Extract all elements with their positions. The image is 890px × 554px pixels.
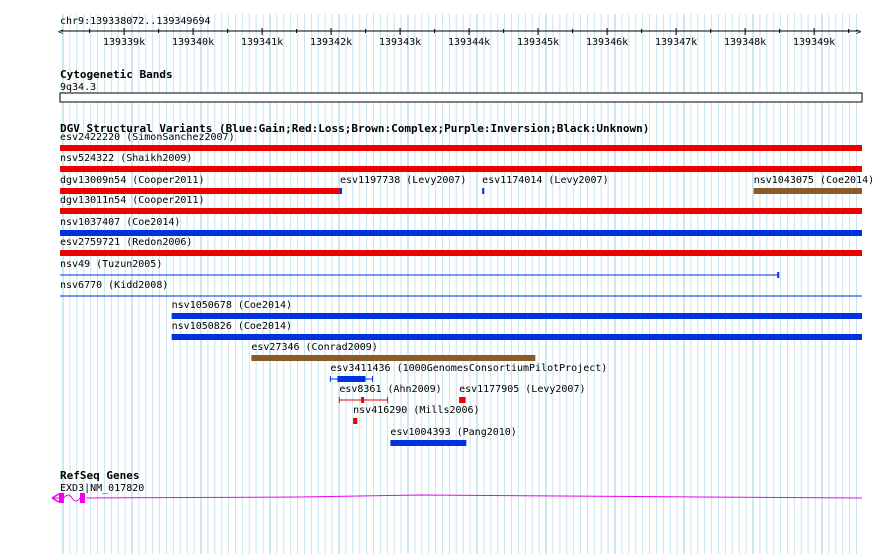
variant-label: esv3411436 (1000GenomesConsortiumPilotPr…	[330, 363, 607, 374]
ruler-tick-label: 139342k	[310, 37, 352, 48]
variant-bar	[353, 418, 358, 424]
ruler-right-arrow-icon: >	[856, 28, 862, 38]
variant-label: esv8361 (Ahn2009)	[339, 384, 441, 395]
ruler-tick-label: 139348k	[724, 37, 766, 48]
dgv-variant-esv2759721[interactable]: esv2759721 (Redon2006)	[60, 237, 862, 256]
ruler-tick-label: 139341k	[241, 37, 283, 48]
gene-intron-line	[63, 494, 81, 502]
gene-exon	[80, 493, 85, 503]
variant-label: nsv1050678 (Coe2014)	[172, 300, 292, 311]
variant-core-block	[337, 376, 366, 382]
dgv-variant-esv8361[interactable]: esv8361 (Ahn2009)	[338, 384, 442, 403]
variant-label: nsv1050826 (Coe2014)	[172, 321, 292, 332]
ruler-tick-label: 139347k	[655, 37, 697, 48]
variant-bar	[171, 334, 862, 340]
dgv-variant-nsv416290[interactable]: nsv416290 (Mills2006)	[353, 405, 480, 424]
variant-bar	[482, 188, 485, 194]
ruler-tick-label: 139340k	[172, 37, 214, 48]
cytoband-label: 9q34.3	[60, 82, 96, 93]
variant-bar	[60, 188, 342, 194]
dgv-variant-dgv13011n54[interactable]: dgv13011n54 (Cooper2011)	[60, 195, 862, 214]
dgv-variant-esv3411436[interactable]: esv3411436 (1000GenomesConsortiumPilotPr…	[329, 363, 607, 382]
variant-label: nsv6770 (Kidd2008)	[60, 280, 168, 291]
ruler-left-arrow-icon: <	[58, 28, 64, 38]
variant-bar	[753, 188, 862, 194]
variant-bar	[60, 208, 862, 214]
dgv-variant-nsv1050826[interactable]: nsv1050826 (Coe2014)	[171, 321, 862, 340]
variant-bar	[251, 355, 536, 361]
dgv-variant-nsv1037407[interactable]: nsv1037407 (Coe2014)	[60, 217, 862, 236]
dgv-variant-esv1174014[interactable]: esv1174014 (Levy2007)	[482, 175, 609, 194]
variant-bar	[340, 188, 343, 194]
genome-browser-view: chr9:139338072..139349694 < > 139339k 139…	[0, 0, 890, 554]
ruler-tick-label: 139349k	[793, 37, 835, 48]
variant-label: nsv1037407 (Coe2014)	[60, 217, 180, 228]
dgv-variant-esv1197738[interactable]: esv1197738 (Levy2007)	[340, 175, 466, 194]
variant-label: dgv13009n54 (Cooper2011)	[60, 175, 205, 186]
variant-bar	[390, 440, 467, 446]
ruler-track: chr9:139338072..139349694 < > 139339k 139…	[58, 16, 862, 48]
cytoband-9q34-3[interactable]	[59, 92, 863, 103]
dgv-variant-esv27346[interactable]: esv27346 (Conrad2009)	[251, 342, 536, 361]
variant-bar	[171, 313, 862, 319]
refseq-track-title: RefSeq Genes	[60, 469, 139, 482]
ruler-range-label: chr9:139338072..139349694	[60, 16, 211, 27]
variant-label: nsv524322 (Shaikh2009)	[60, 153, 192, 164]
variant-bar	[60, 145, 862, 151]
variant-label: esv27346 (Conrad2009)	[251, 342, 377, 353]
variant-label: esv1197738 (Levy2007)	[340, 175, 466, 186]
dgv-variant-dgv13009n54[interactable]: dgv13009n54 (Cooper2011)	[60, 175, 342, 194]
variant-label: nsv416290 (Mills2006)	[353, 405, 479, 416]
cytoband-track-title: Cytogenetic Bands	[60, 68, 173, 81]
dgv-variant-nsv1050678[interactable]: nsv1050678 (Coe2014)	[171, 300, 862, 319]
dgv-track: DGV Structural Variants (Blue:Gain;Red:L…	[60, 122, 874, 446]
variant-label: nsv49 (Tuzun2005)	[60, 259, 162, 270]
variant-bar	[459, 397, 466, 403]
refseq-gene-label: EXD3|NM_017820	[60, 483, 144, 494]
ruler-tick-label: 139345k	[517, 37, 559, 48]
variant-bar	[60, 230, 862, 236]
genome-browser-canvas: chr9:139338072..139349694 < > 139339k 139…	[51, 14, 874, 554]
variant-label: esv2422220 (SimonSanchez2007)	[60, 132, 235, 143]
variant-label: dgv13011n54 (Cooper2011)	[60, 195, 205, 206]
variant-label: esv1174014 (Levy2007)	[482, 175, 608, 186]
variant-bar	[60, 250, 862, 256]
ruler-tick-label: 139344k	[448, 37, 490, 48]
variant-bar	[60, 166, 862, 172]
dgv-variant-nsv1043075[interactable]: nsv1043075 (Coe2014)	[753, 175, 874, 194]
dgv-features: esv2422220 (SimonSanchez2007) nsv524322 (…	[60, 132, 874, 446]
dgv-variant-nsv524322[interactable]: nsv524322 (Shaikh2009)	[60, 153, 862, 172]
ruler-tick-label: 139346k	[586, 37, 628, 48]
gene-exon	[59, 493, 64, 503]
variant-label: esv1177905 (Levy2007)	[459, 384, 585, 395]
variant-label: nsv1043075 (Coe2014)	[754, 175, 874, 186]
variant-core-block	[361, 397, 365, 403]
variant-label: esv2759721 (Redon2006)	[60, 237, 192, 248]
variant-label: esv1004393 (Pang2010)	[390, 427, 516, 438]
ruler-tick-label: 139339k	[103, 37, 145, 48]
ruler-tick-label: 139343k	[379, 37, 421, 48]
